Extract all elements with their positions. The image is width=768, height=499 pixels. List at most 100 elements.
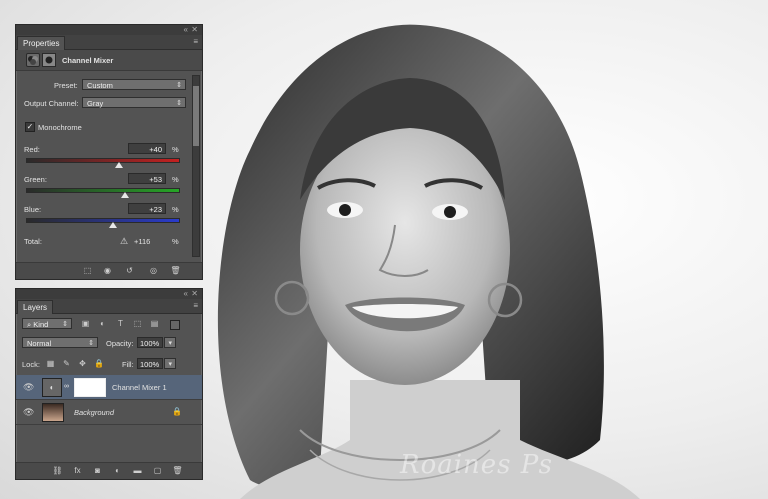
layer-row[interactable]: 👁 ◐ ∞ Channel Mixer 1 xyxy=(16,375,202,400)
layer-mask-thumbnail[interactable] xyxy=(74,378,106,397)
total-label: Total: xyxy=(24,237,42,246)
adjustment-filter-icon[interactable]: ◐ xyxy=(98,319,107,328)
smart-object-filter-icon[interactable]: ▤ xyxy=(150,319,159,328)
layers-tabbar: Layers ≡ xyxy=(16,299,202,314)
layer-style-icon[interactable]: fx xyxy=(72,466,83,475)
properties-tabbar: Properties ≡ xyxy=(16,35,202,50)
chevron-updown-icon: ⇕ xyxy=(176,100,182,107)
green-percent: % xyxy=(172,175,179,184)
red-label: Red: xyxy=(24,145,40,154)
output-channel-label: Output Channel: xyxy=(24,99,79,108)
monochrome-label: Monochrome xyxy=(38,123,82,132)
collapse-icon[interactable]: « xyxy=(184,289,188,299)
green-label: Green: xyxy=(24,175,47,184)
green-slider-thumb[interactable] xyxy=(121,192,129,198)
opacity-dropdown-button[interactable]: ▾ xyxy=(164,337,176,348)
layer-row[interactable]: 👁 Background 🔒 xyxy=(16,400,202,425)
blue-percent: % xyxy=(172,205,179,214)
properties-footer: ⬚ ◉ ↺ ◎ 🗑 xyxy=(16,262,202,279)
adjustment-type-icon[interactable] xyxy=(26,53,40,67)
blend-mode-dropdown[interactable]: Normal ⇕ xyxy=(22,337,98,348)
properties-panel: « ✕ Properties ≡ Channel Mixer Preset: C… xyxy=(15,24,203,280)
layers-footer: ⛓ fx ◙ ◐ ▬ ▢ 🗑 xyxy=(16,462,202,479)
filter-toggle[interactable] xyxy=(170,320,180,330)
visibility-icon[interactable]: ◎ xyxy=(148,266,159,275)
type-filter-icon[interactable]: T xyxy=(116,319,125,328)
new-group-icon[interactable]: ▬ xyxy=(132,466,143,475)
chevron-updown-icon: ⇕ xyxy=(62,321,68,328)
collapse-icon[interactable]: « xyxy=(184,25,188,35)
lock-icon: 🔒 xyxy=(172,407,182,416)
lock-position-icon[interactable]: ✥ xyxy=(78,359,87,368)
layer-filter-row: ⌕ Kind ⇕ ▣ ◐ T ⬚ ▤ xyxy=(16,316,202,332)
green-value-field[interactable]: +53 xyxy=(128,173,166,184)
chevron-down-icon: ▾ xyxy=(168,361,172,368)
blue-slider-thumb[interactable] xyxy=(109,222,117,228)
red-percent: % xyxy=(172,145,179,154)
lock-label: Lock: xyxy=(22,360,40,369)
trash-icon[interactable]: 🗑 xyxy=(170,266,181,275)
total-percent: % xyxy=(172,237,179,246)
layers-panel: « ✕ Layers ≡ ⌕ Kind ⇕ ▣ ◐ T ⬚ ▤ Normal ⇕… xyxy=(15,288,203,480)
reset-icon[interactable]: ↺ xyxy=(124,266,135,275)
eye-icon[interactable]: 👁 xyxy=(23,382,34,392)
adjustment-layer-icon: ◐ xyxy=(42,378,62,397)
watermark-text: Roaines Ps xyxy=(400,450,553,480)
lock-image-icon[interactable]: ✎ xyxy=(62,359,71,368)
warning-icon: ⚠ xyxy=(120,236,129,246)
preset-label: Preset: xyxy=(54,81,78,90)
preset-dropdown[interactable]: Custom ⇕ xyxy=(82,79,186,90)
panel-titlebar[interactable]: « ✕ xyxy=(16,25,202,35)
tab-properties[interactable]: Properties xyxy=(17,36,66,50)
close-icon[interactable]: ✕ xyxy=(191,25,198,35)
layer-name[interactable]: Channel Mixer 1 xyxy=(112,383,167,392)
blue-value-field[interactable]: +23 xyxy=(128,203,166,214)
mask-icon[interactable] xyxy=(42,53,56,67)
red-slider-track[interactable] xyxy=(26,158,180,163)
fill-label: Fill: xyxy=(122,360,134,369)
view-previous-state-icon[interactable]: ◉ xyxy=(102,266,113,275)
monochrome-checkbox[interactable]: ✓ xyxy=(25,122,35,132)
close-icon[interactable]: ✕ xyxy=(191,289,198,299)
chevron-updown-icon: ⇕ xyxy=(88,340,94,347)
clip-to-layer-icon[interactable]: ⬚ xyxy=(82,266,93,275)
shape-filter-icon[interactable]: ⬚ xyxy=(133,319,142,328)
blue-label: Blue: xyxy=(24,205,42,214)
output-channel-dropdown[interactable]: Gray ⇕ xyxy=(82,97,186,108)
new-layer-icon[interactable]: ▢ xyxy=(152,466,163,475)
trash-icon[interactable]: 🗑 xyxy=(172,466,183,475)
lock-all-icon[interactable]: 🔒 xyxy=(94,359,104,368)
lock-transparent-icon[interactable]: ▦ xyxy=(46,359,55,368)
total-value: +116 xyxy=(134,237,151,246)
opacity-field[interactable]: 100% xyxy=(137,337,163,348)
red-value-field[interactable]: +40 xyxy=(128,143,166,154)
pixel-filter-icon[interactable]: ▣ xyxy=(81,319,90,328)
output-channel-value: Gray xyxy=(87,99,104,108)
panel-menu-icon[interactable]: ≡ xyxy=(193,37,198,47)
filter-kind-value: Kind xyxy=(33,320,49,329)
properties-scrollbar[interactable] xyxy=(192,75,200,257)
tab-layers[interactable]: Layers xyxy=(17,300,54,314)
preset-value: Custom xyxy=(87,81,113,90)
layer-thumbnail[interactable] xyxy=(42,403,64,422)
chevron-down-icon: ▾ xyxy=(168,340,172,347)
layer-name[interactable]: Background xyxy=(74,408,114,417)
panel-titlebar[interactable]: « ✕ xyxy=(16,289,202,299)
adjustment-title: Channel Mixer xyxy=(62,56,114,65)
link-layers-icon[interactable]: ⛓ xyxy=(52,466,63,475)
eye-icon[interactable]: 👁 xyxy=(23,407,34,417)
adjustment-header: Channel Mixer xyxy=(16,50,202,71)
panel-menu-icon[interactable]: ≡ xyxy=(193,301,198,311)
scrollbar-thumb[interactable] xyxy=(193,86,199,146)
filter-kind-dropdown[interactable]: ⌕ Kind ⇕ xyxy=(22,318,72,329)
new-adjustment-icon[interactable]: ◐ xyxy=(112,466,123,475)
add-mask-icon[interactable]: ◙ xyxy=(92,466,103,475)
link-icon[interactable]: ∞ xyxy=(64,383,69,390)
blue-slider-track[interactable] xyxy=(26,218,180,223)
green-slider-track[interactable] xyxy=(26,188,180,193)
blend-mode-value: Normal xyxy=(27,339,52,348)
fill-field[interactable]: 100% xyxy=(137,358,163,369)
opacity-label: Opacity: xyxy=(106,339,134,348)
fill-dropdown-button[interactable]: ▾ xyxy=(164,358,176,369)
red-slider-thumb[interactable] xyxy=(115,162,123,168)
